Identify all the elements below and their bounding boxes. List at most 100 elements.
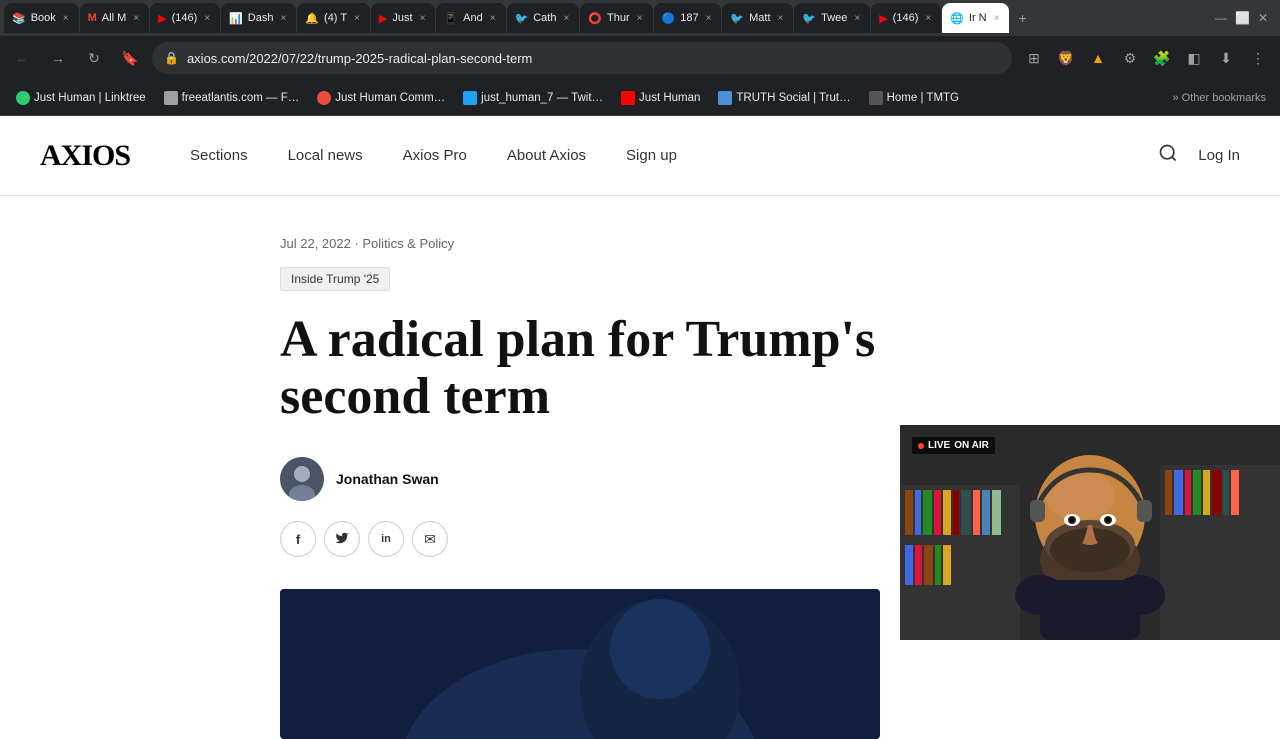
bookmark-favicon — [317, 91, 331, 105]
bookmark-label: Home | TMTG — [887, 92, 959, 104]
tab-label: Twee — [821, 12, 847, 24]
nav-sections[interactable]: Sections — [190, 147, 248, 164]
bookmark-label: just_human_7 — Twit… — [481, 92, 603, 104]
tab-close[interactable]: × — [852, 13, 862, 24]
tab-twee[interactable]: 🐦 Twee × — [794, 3, 870, 33]
tab-matt[interactable]: 🐦 Matt × — [722, 3, 793, 33]
share-facebook-button[interactable]: f — [280, 521, 316, 557]
tab-dash[interactable]: 📊 Dash × — [221, 3, 296, 33]
settings-icon[interactable]: ⚙ — [1116, 44, 1144, 72]
tab-favicon: ▶ — [158, 12, 166, 25]
tab-cath[interactable]: 🐦 Cath × — [507, 3, 580, 33]
bookmark-star-button[interactable]: 🔖 — [116, 44, 144, 72]
tab-label: Book — [31, 12, 56, 24]
tab-allm[interactable]: M All M × — [80, 3, 149, 33]
tab-close[interactable]: × — [923, 13, 933, 24]
search-button[interactable] — [1158, 143, 1178, 168]
extensions-icon[interactable]: ⊞ — [1020, 44, 1048, 72]
bookmark-freeatlantis[interactable]: freeatlantis.com — F… — [156, 87, 308, 109]
share-email-button[interactable]: ✉ — [412, 521, 448, 557]
tab-yt1[interactable]: ▶ (146) × — [150, 3, 220, 33]
nav-about-axios[interactable]: About Axios — [507, 147, 586, 164]
bookmark-truth-social[interactable]: TRUTH Social | Trut… — [710, 87, 858, 109]
tab-favicon: ▶ — [879, 12, 887, 25]
article-tag[interactable]: Inside Trump '25 — [280, 267, 390, 291]
maximize-button[interactable]: ⬜ — [1235, 11, 1250, 25]
bookmark-favicon — [463, 91, 477, 105]
tab-close[interactable]: × — [704, 13, 714, 24]
tab-thur[interactable]: ⭕ Thur × — [580, 3, 652, 33]
lock-icon: 🔒 — [164, 51, 179, 65]
tab-book[interactable]: 📚 Book × — [4, 3, 79, 33]
on-air-label: ON AIR — [954, 440, 989, 451]
minimize-button[interactable]: — — [1215, 11, 1227, 25]
share-linkedin-button[interactable]: in — [368, 521, 404, 557]
puzzle-icon[interactable]: 🧩 — [1148, 44, 1176, 72]
tab-close[interactable]: × — [61, 13, 71, 24]
bookmark-just-human-linktree[interactable]: Just Human | Linktree — [8, 87, 154, 109]
tab-new-button[interactable]: + — [1010, 10, 1034, 26]
nav-axios-pro[interactable]: Axios Pro — [403, 147, 467, 164]
nav-local-news[interactable]: Local news — [288, 147, 363, 164]
nav-sign-up[interactable]: Sign up — [626, 147, 677, 164]
download-icon[interactable]: ⬇ — [1212, 44, 1240, 72]
tab-label: Matt — [749, 12, 770, 24]
tab-t4[interactable]: 🔔 (4) T × — [297, 3, 370, 33]
tab-label: (146) — [172, 12, 198, 24]
tab-label: Just — [392, 12, 412, 24]
address-bar: ← → ↻ 🔖 🔒 axios.com/2022/07/22/trump-202… — [0, 36, 1280, 80]
url-bar[interactable]: 🔒 axios.com/2022/07/22/trump-2025-radica… — [152, 42, 1012, 74]
url-text: axios.com/2022/07/22/trump-2025-radical-… — [187, 51, 1000, 66]
bookmark-just-human-yt[interactable]: Just Human — [613, 87, 708, 109]
tab-and[interactable]: 📱 And × — [436, 3, 505, 33]
brave-shield-icon[interactable]: 🦁 — [1052, 44, 1080, 72]
tab-close[interactable]: × — [561, 13, 571, 24]
bookmark-favicon — [869, 91, 883, 105]
close-button[interactable]: ✕ — [1258, 11, 1268, 25]
tab-favicon: ▶ — [379, 12, 387, 25]
bookmark-just-human-twitter[interactable]: just_human_7 — Twit… — [455, 87, 611, 109]
tab-yt2[interactable]: ▶ (146) × — [871, 3, 941, 33]
tab-close[interactable]: × — [202, 13, 212, 24]
bookmark-label: Just Human | Linktree — [34, 92, 146, 104]
article-image-inner — [280, 589, 880, 739]
forward-button[interactable]: → — [44, 44, 72, 72]
reload-button[interactable]: ↻ — [80, 44, 108, 72]
tab-label: Thur — [607, 12, 630, 24]
author-row: Jonathan Swan — [280, 457, 1000, 501]
video-overlay: LIVE ON AIR — [900, 425, 1280, 640]
email-icon: ✉ — [424, 531, 436, 548]
bookmark-just-human-comm[interactable]: Just Human Comm… — [309, 87, 453, 109]
tab-close[interactable]: × — [418, 13, 428, 24]
axios-logo: AXIOS — [40, 139, 130, 173]
live-label: LIVE — [928, 440, 950, 451]
bookmark-label: Just Human Comm… — [335, 92, 445, 104]
tab-close[interactable]: × — [488, 13, 498, 24]
nav-right: Log In — [1158, 143, 1240, 168]
tab-close[interactable]: × — [278, 13, 288, 24]
tab-label: (146) — [893, 12, 919, 24]
tab-close[interactable]: × — [992, 13, 1002, 24]
bookmark-home-tmtg[interactable]: Home | TMTG — [861, 87, 967, 109]
login-button[interactable]: Log In — [1198, 147, 1240, 164]
article-title: A radical plan for Trump's second term — [280, 311, 1000, 425]
bookmark-label: freeatlantis.com — F… — [182, 92, 300, 104]
article-meta: Jul 22, 2022 · Politics & Policy — [280, 236, 1000, 251]
new-tab-icon[interactable]: + — [1018, 10, 1026, 26]
bookmarks-more-button[interactable]: » Other bookmarks — [1166, 88, 1272, 108]
tab-just[interactable]: ▶ Just × — [371, 3, 436, 33]
tab-close[interactable]: × — [635, 13, 645, 24]
back-button[interactable]: ← — [8, 44, 36, 72]
tab-close[interactable]: × — [131, 13, 141, 24]
sidebar-icon[interactable]: ◧ — [1180, 44, 1208, 72]
tab-favicon: 🔵 — [662, 12, 676, 25]
twitter-icon — [335, 531, 349, 548]
tab-close[interactable]: × — [776, 13, 786, 24]
tab-187[interactable]: 🔵 187 × — [654, 3, 722, 33]
tab-close[interactable]: × — [352, 13, 362, 24]
menu-button[interactable]: ⋮ — [1244, 44, 1272, 72]
tab-axios[interactable]: 🌐 Ir N × — [942, 3, 1009, 33]
share-twitter-button[interactable] — [324, 521, 360, 557]
bookmark-label: Just Human — [639, 92, 700, 104]
brave-rewards-icon[interactable]: ▲ — [1084, 44, 1112, 72]
